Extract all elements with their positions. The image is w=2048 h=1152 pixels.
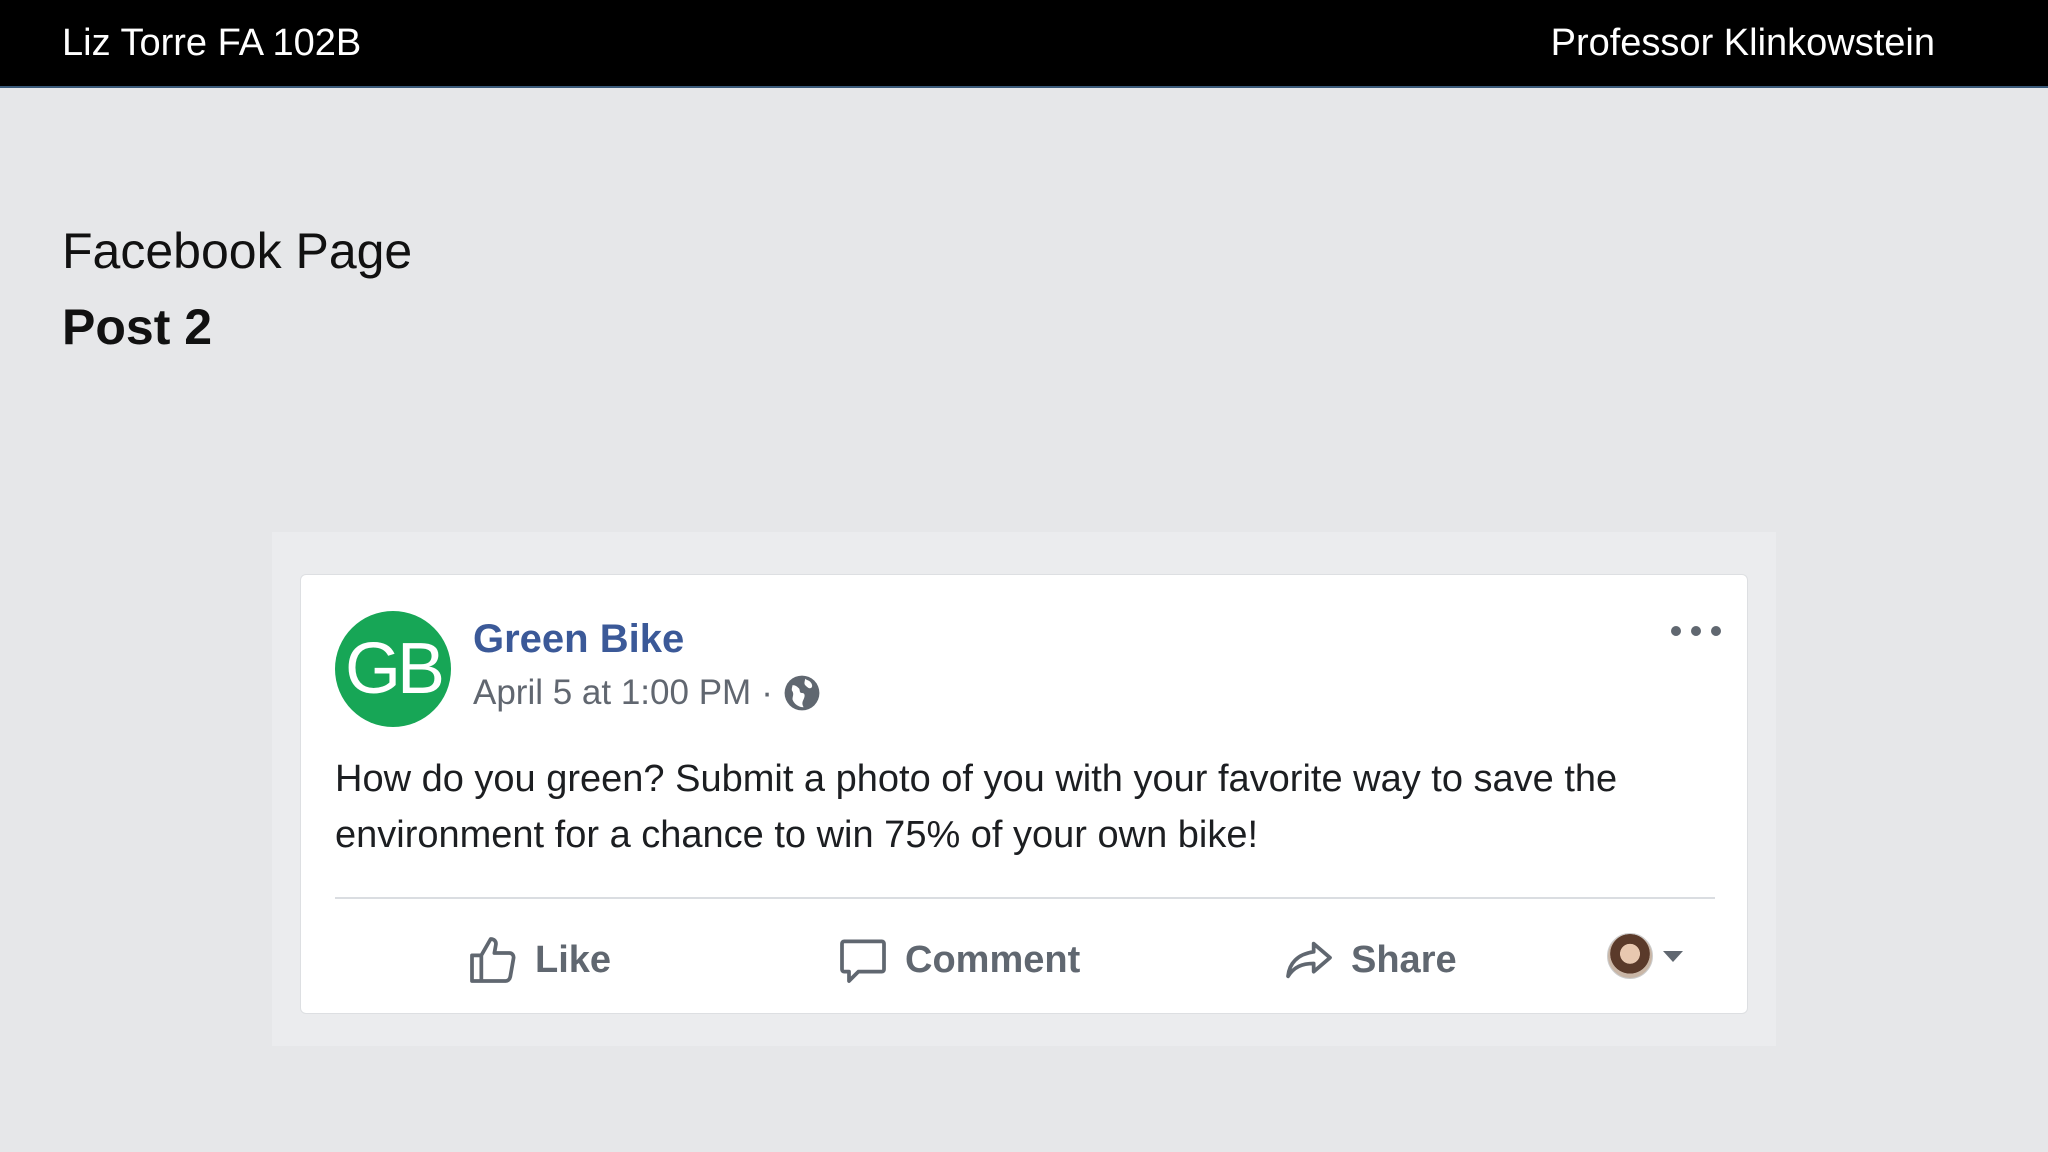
slide-subtitle: Post 2: [62, 299, 213, 355]
comment-icon: [840, 939, 886, 983]
comment-label: Comment: [905, 938, 1081, 981]
professor-label: Professor Klinkowstein: [1550, 22, 1935, 64]
share-label: Share: [1351, 938, 1457, 981]
share-arrow-icon: [1286, 941, 1332, 979]
actions-divider: [335, 897, 1715, 899]
like-button[interactable]: Like: [465, 925, 611, 995]
post-as-selector[interactable]: [1607, 933, 1683, 979]
avatar-initials: GB: [344, 629, 445, 709]
meta-separator: ·: [761, 673, 773, 712]
slide-title: Facebook Page: [62, 223, 413, 279]
thumbs-up-icon: [470, 937, 516, 983]
post-meta: April 5 at 1:00 PM ·: [473, 673, 821, 713]
globe-icon[interactable]: [783, 674, 821, 712]
top-bar: Liz Torre FA 102B Professor Klinkowstein: [0, 0, 2048, 88]
user-avatar: [1607, 933, 1653, 979]
page-avatar[interactable]: GB: [335, 611, 451, 727]
more-options-icon[interactable]: [1671, 621, 1721, 641]
student-course-label: Liz Torre FA 102B: [62, 22, 362, 64]
page-name-link[interactable]: Green Bike: [473, 617, 684, 662]
like-label: Like: [535, 938, 612, 981]
share-button[interactable]: Share: [1281, 925, 1457, 995]
post-timestamp[interactable]: April 5 at 1:00 PM: [473, 673, 751, 713]
facebook-post: GB Green Bike April 5 at 1:00 PM · How d…: [300, 574, 1748, 1014]
comment-button[interactable]: Comment: [835, 925, 1080, 995]
chevron-down-icon: [1663, 950, 1683, 962]
post-text: How do you green? Submit a photo of you …: [335, 758, 1618, 856]
